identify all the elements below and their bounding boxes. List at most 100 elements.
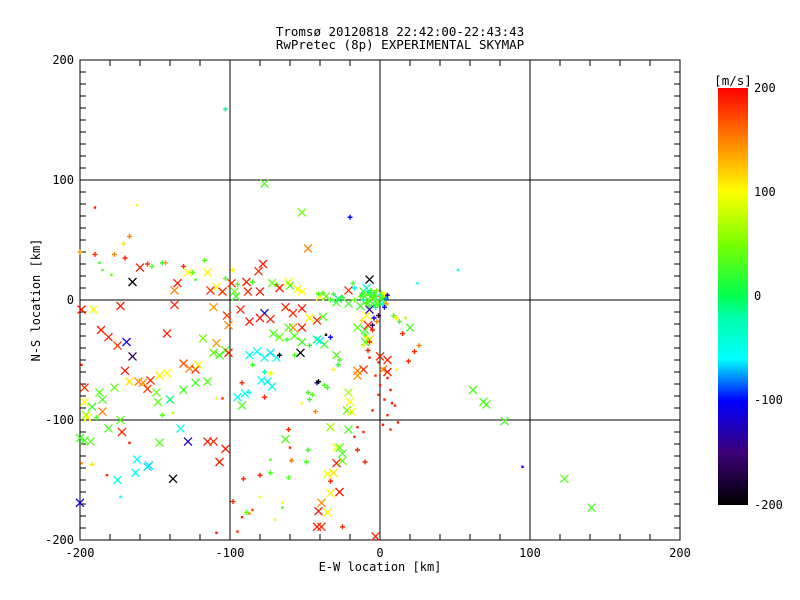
data-point-plus: [374, 319, 380, 325]
data-point-plus: [250, 362, 255, 368]
data-point-cross: [290, 331, 299, 341]
data-point-cross: [227, 278, 236, 288]
data-point-cross: [87, 402, 97, 412]
data-point-cross: [132, 455, 142, 465]
data-point-cross: [344, 425, 353, 435]
data-point-cross: [183, 437, 193, 447]
data-point-cross: [560, 474, 569, 484]
data-point-cross: [326, 488, 335, 498]
data-point-cross: [345, 397, 355, 407]
data-point-plus: [181, 263, 186, 269]
data-point-cross: [281, 302, 290, 312]
data-point-dot: [110, 273, 113, 276]
data-point-plus: [163, 260, 168, 266]
data-point-cross: [194, 360, 203, 370]
x-tick-label: 200: [669, 546, 691, 560]
data-point-plus: [352, 285, 357, 291]
data-point-dot: [416, 282, 419, 285]
data-point-cross: [135, 263, 145, 273]
data-point-cross: [296, 348, 305, 358]
data-point-dot: [194, 278, 197, 281]
colorbar-tick-label: -200: [754, 497, 783, 512]
data-point-dot: [390, 402, 394, 405]
x-tick-label: -100: [216, 546, 245, 560]
data-point-dot: [105, 474, 109, 477]
data-point-dot: [236, 530, 239, 533]
data-point-cross: [587, 503, 596, 513]
data-point-plus: [190, 269, 195, 275]
data-point-cross: [288, 323, 298, 333]
data-point-cross: [297, 207, 307, 217]
data-point-plus: [230, 267, 236, 273]
data-point-plus: [241, 476, 246, 482]
data-point-dot: [135, 204, 139, 207]
data-point-cross: [245, 317, 254, 327]
colorbar-unit-label: [m/s]: [714, 73, 752, 88]
data-point-plus: [160, 412, 165, 418]
data-point-plus: [244, 509, 249, 515]
colorbar-tick-label: 0: [754, 289, 762, 303]
skymap-window: Tromsø 20120818 22:42:00-22:43:43 RwPret…: [0, 0, 800, 600]
data-point-cross: [266, 314, 275, 324]
data-point-cross: [212, 338, 221, 348]
data-point-cross: [260, 353, 269, 363]
data-point-dot: [93, 206, 97, 209]
data-point-plus: [340, 524, 345, 530]
data-point-cross: [191, 365, 200, 375]
data-point-cross: [237, 401, 247, 411]
data-point-cross: [170, 285, 179, 295]
data-point-plus: [94, 415, 99, 421]
data-point-cross: [383, 355, 392, 365]
x-tick-label: 100: [519, 546, 541, 560]
data-point-cross: [152, 387, 161, 397]
y-tick-label: -200: [45, 533, 74, 547]
data-point-plus: [370, 322, 375, 328]
y-tick-label: 100: [52, 173, 74, 187]
x-tick-label: 0: [376, 546, 383, 560]
data-point-plus: [304, 459, 309, 465]
data-point-cross: [321, 291, 331, 301]
data-point-plus: [362, 459, 368, 465]
data-point-plus: [92, 251, 98, 257]
data-point-cross: [96, 325, 106, 335]
data-point-cross: [155, 371, 164, 381]
data-point-cross: [326, 422, 335, 432]
data-point-dot: [240, 516, 244, 519]
data-point-plus: [230, 499, 236, 505]
data-point-dot: [395, 368, 398, 371]
data-point-plus: [305, 447, 311, 453]
data-point-plus: [127, 233, 132, 239]
colorbar-tick-label: 200: [754, 80, 776, 95]
data-point-dot: [368, 356, 371, 359]
data-point-plus: [122, 255, 128, 261]
data-point-cross: [89, 305, 98, 315]
data-point-cross: [165, 395, 175, 405]
data-point-cross: [312, 522, 322, 532]
y-axis-label: N-S location [km]: [29, 238, 43, 362]
data-point-cross: [224, 348, 233, 358]
data-point-cross: [317, 522, 326, 532]
data-point-dot: [353, 435, 356, 438]
data-point-dot: [119, 495, 122, 498]
data-point-cross: [98, 407, 107, 417]
data-point-plus: [112, 251, 117, 257]
data-point-cross: [288, 308, 298, 318]
data-point-cross: [146, 375, 155, 385]
data-point-cross: [329, 468, 338, 478]
data-point-cross: [240, 389, 250, 399]
data-point-dot: [389, 388, 392, 392]
skymap-plot: -200 -100 0 100 200 -200 -100 0 100 200: [45, 53, 691, 560]
data-point-plus: [292, 352, 297, 358]
data-point-cross: [344, 299, 353, 309]
data-point-cross: [215, 457, 224, 467]
x-tick-label: -200: [66, 546, 95, 560]
data-point-plus: [412, 349, 417, 355]
data-point-cross: [110, 383, 119, 393]
data-point-cross: [255, 313, 265, 323]
data-point-plus: [371, 315, 377, 321]
data-point-cross: [80, 383, 89, 393]
data-point-cross: [191, 378, 200, 388]
data-point-cross: [303, 243, 313, 253]
data-point-cross: [143, 384, 152, 394]
data-point-dot: [393, 404, 397, 407]
